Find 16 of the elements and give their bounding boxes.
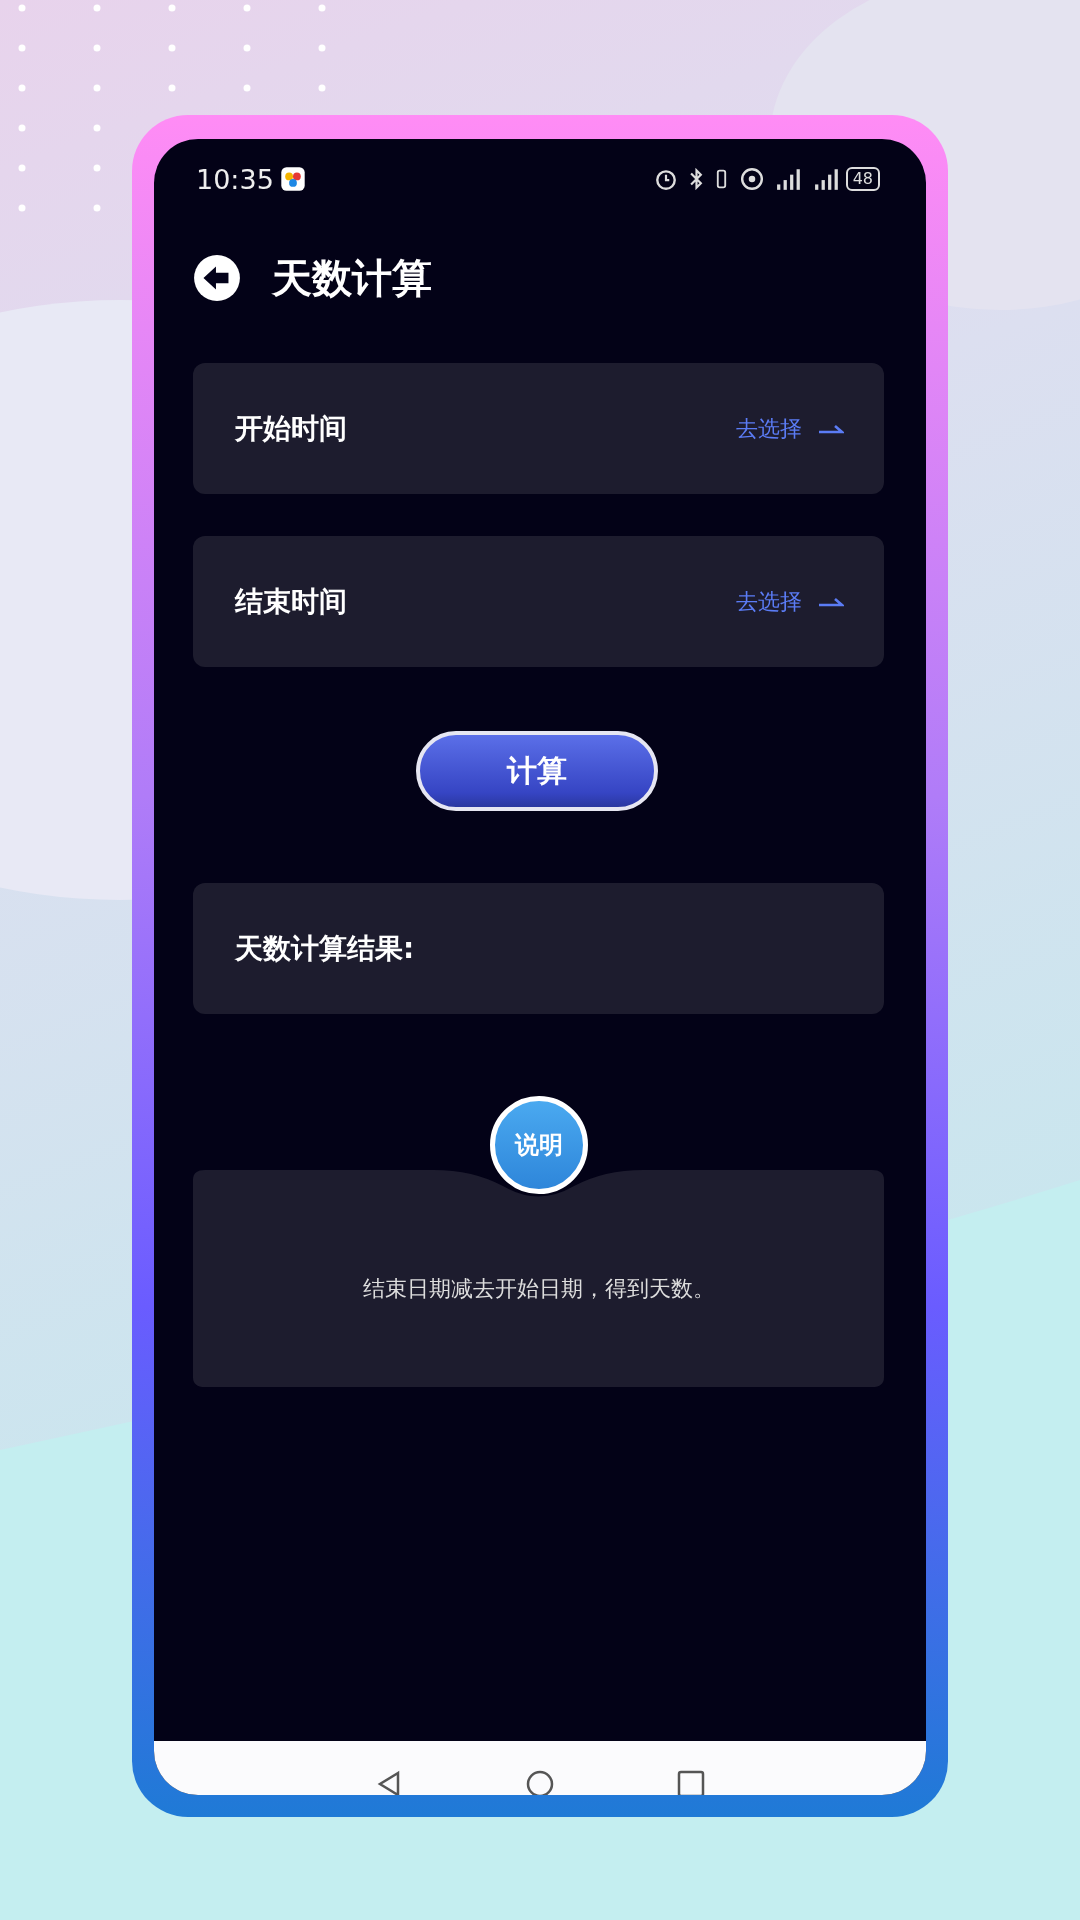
signal-icon xyxy=(813,167,840,191)
battery-indicator: 48 xyxy=(845,167,880,191)
bluetooth-icon xyxy=(689,167,703,191)
calculate-button[interactable]: 计算 xyxy=(415,731,658,811)
page-title: 天数计算 xyxy=(272,253,432,303)
status-time: 10:35 xyxy=(196,163,274,195)
date-picker-row[interactable]: 开始时间 去选择 xyxy=(193,363,884,494)
date-picker-row[interactable]: 结束时间 去选择 xyxy=(193,536,884,667)
home-nav-icon[interactable] xyxy=(525,1769,555,1795)
recents-nav-icon[interactable] xyxy=(675,1769,706,1795)
result-label: 天数计算结果: xyxy=(235,930,416,967)
app-icon xyxy=(279,166,306,192)
info-text: 结束日期减去开始日期，得到天数。 xyxy=(362,1274,715,1303)
back-icon[interactable] xyxy=(192,253,242,303)
signal-icon xyxy=(775,167,802,191)
info-badge: 说明 xyxy=(489,1096,588,1194)
